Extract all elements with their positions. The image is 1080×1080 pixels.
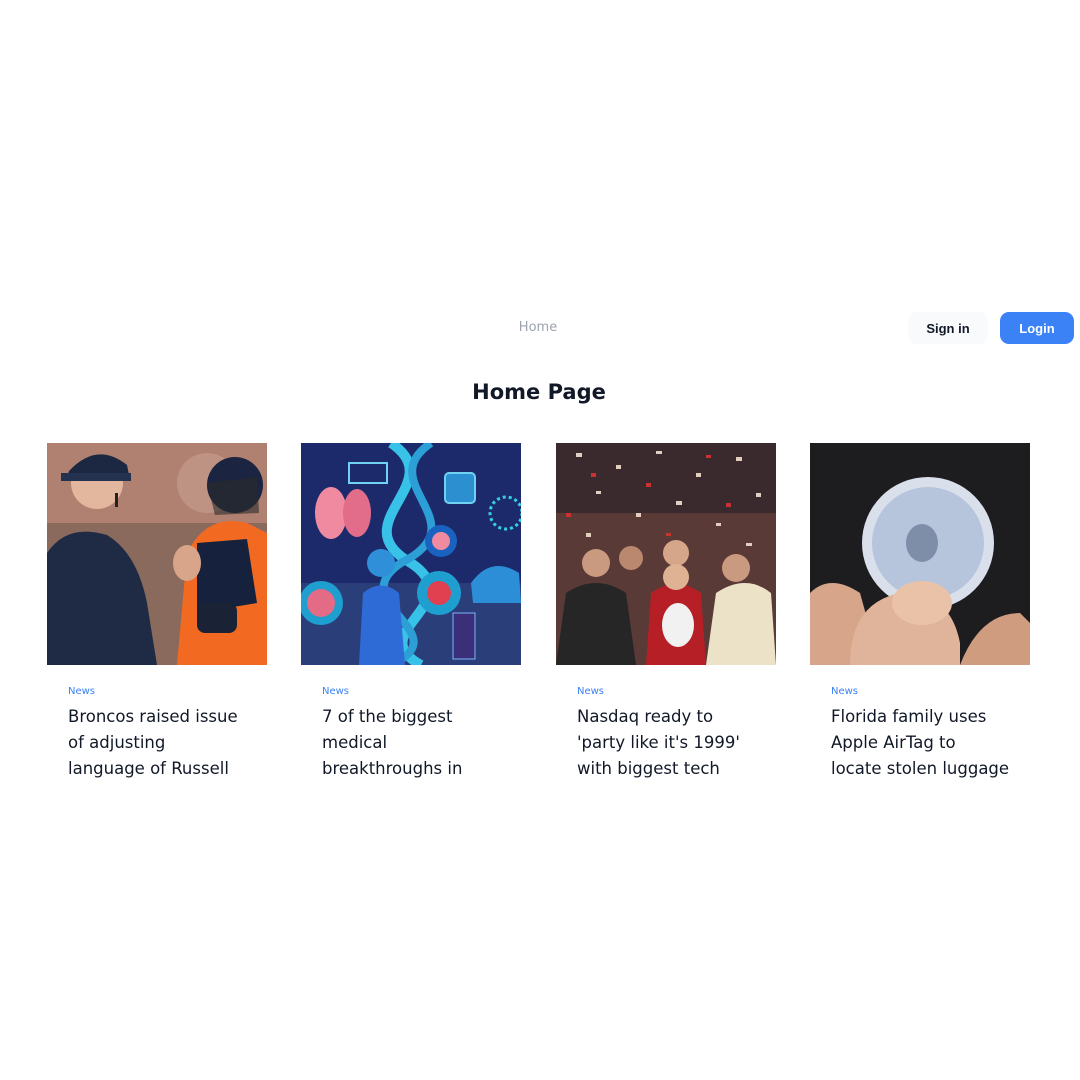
card-title[interactable]: Nasdaq ready to 'party like it's 1999' w… [577,704,756,782]
nav-link-home[interactable]: Home [508,320,568,335]
card-body: News 7 of the biggest medical breakthrou… [301,665,521,782]
page-title: Home Page [472,380,606,404]
news-card[interactable]: News 7 of the biggest medical breakthrou… [301,443,521,782]
card-body: News Broncos raised issue of adjusting l… [47,665,267,782]
news-card[interactable]: News Nasdaq ready to 'party like it's 19… [556,443,776,782]
card-category[interactable]: News [68,685,247,698]
card-body: News Nasdaq ready to 'party like it's 19… [556,665,776,782]
news-card[interactable]: News Broncos raised issue of adjusting l… [47,443,267,782]
login-button[interactable]: Login [1000,312,1074,344]
card-category[interactable]: News [322,685,501,698]
football-coach-and-player-image[interactable] [47,443,267,665]
card-title[interactable]: Florida family uses Apple AirTag to loca… [831,704,1010,782]
trading-floor-image[interactable] [556,443,776,665]
top-nav: Home Sign in Login [0,312,1080,346]
card-category[interactable]: News [831,685,1010,698]
medical-illustration-image[interactable] [301,443,521,665]
page: Home Sign in Login Home Page News Bronco… [0,0,1080,1080]
airtag-image[interactable] [810,443,1030,665]
sign-in-button[interactable]: Sign in [908,312,988,344]
card-title[interactable]: 7 of the biggest medical breakthroughs i… [322,704,501,782]
card-category[interactable]: News [577,685,756,698]
card-title[interactable]: Broncos raised issue of adjusting langua… [68,704,247,782]
card-body: News Florida family uses Apple AirTag to… [810,665,1030,782]
news-card[interactable]: News Florida family uses Apple AirTag to… [810,443,1030,782]
